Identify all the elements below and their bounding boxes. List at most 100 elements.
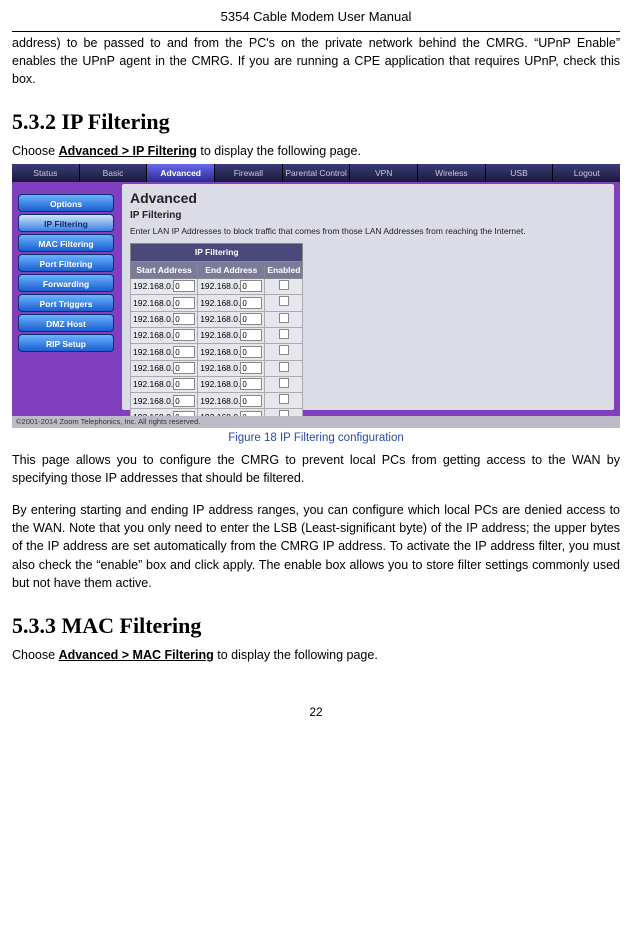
start-address-octet-input[interactable]: 0 — [173, 313, 195, 325]
tab-wireless[interactable]: Wireless — [418, 164, 486, 182]
tab-firewall[interactable]: Firewall — [215, 164, 283, 182]
end-address-cell: 192.168.0.0 — [198, 376, 265, 392]
table-row: 192.168.0.0192.168.0.0 — [131, 327, 303, 343]
section-5-3-2-heading: 5.3.2 IP Filtering — [12, 106, 620, 138]
panel-description: Enter LAN IP Addresses to block traffic … — [122, 223, 614, 241]
end-address-cell: 192.168.0.0 — [198, 278, 265, 294]
enabled-cell — [265, 344, 303, 360]
intro-paragraph: address) to be passed to and from the PC… — [12, 34, 620, 88]
enable-checkbox[interactable] — [279, 394, 289, 404]
enable-checkbox[interactable] — [279, 313, 289, 323]
table-row: 192.168.0.0192.168.0.0 — [131, 295, 303, 311]
table-row: 192.168.0.0192.168.0.0 — [131, 278, 303, 294]
sidebar-item-mac-filtering[interactable]: MAC Filtering — [18, 234, 114, 252]
table-row: 192.168.0.0192.168.0.0 — [131, 360, 303, 376]
end-address-cell: 192.168.0.0 — [198, 327, 265, 343]
choose-suffix: to display the following page. — [214, 648, 378, 662]
end-address-octet-input[interactable]: 0 — [240, 395, 262, 407]
enable-checkbox[interactable] — [279, 378, 289, 388]
section-5-3-3-heading: 5.3.3 MAC Filtering — [12, 610, 620, 642]
enabled-cell — [265, 393, 303, 409]
end-address-cell: 192.168.0.0 — [198, 344, 265, 360]
end-address-octet-input[interactable]: 0 — [240, 346, 262, 358]
router-screenshot: Status Basic Advanced Firewall Parental … — [12, 164, 620, 428]
start-address-cell: 192.168.0.0 — [131, 278, 198, 294]
start-address-octet-input[interactable]: 0 — [173, 346, 195, 358]
enable-checkbox[interactable] — [279, 362, 289, 372]
table-row: 192.168.0.0192.168.0.0 — [131, 344, 303, 360]
tab-advanced[interactable]: Advanced — [147, 164, 215, 182]
start-address-octet-input[interactable]: 0 — [173, 362, 195, 374]
sidebar-item-ip-filtering[interactable]: IP Filtering — [18, 214, 114, 232]
sidebar-item-dmz-host[interactable]: DMZ Host — [18, 314, 114, 332]
table-row: 192.168.0.0192.168.0.0 — [131, 376, 303, 392]
start-address-cell: 192.168.0.0 — [131, 393, 198, 409]
doc-header-title: 5354 Cable Modem User Manual — [12, 8, 620, 27]
choose-suffix: to display the following page. — [197, 144, 361, 158]
panel-subtitle: IP Filtering — [122, 209, 614, 224]
tab-usb[interactable]: USB — [486, 164, 554, 182]
end-address-cell: 192.168.0.0 — [198, 295, 265, 311]
sidebar-item-rip-setup[interactable]: RIP Setup — [18, 334, 114, 352]
enable-checkbox[interactable] — [279, 345, 289, 355]
sidebar-item-forwarding[interactable]: Forwarding — [18, 274, 114, 292]
end-address-octet-input[interactable]: 0 — [240, 329, 262, 341]
router-top-nav: Status Basic Advanced Firewall Parental … — [12, 164, 620, 182]
tab-status[interactable]: Status — [12, 164, 80, 182]
table-row: 192.168.0.0192.168.0.0 — [131, 311, 303, 327]
end-address-cell: 192.168.0.0 — [198, 311, 265, 327]
router-footer: ©2001-2014 Zoom Telephonics, Inc. All ri… — [12, 416, 620, 428]
enable-checkbox[interactable] — [279, 296, 289, 306]
header-rule — [12, 31, 620, 32]
start-address-octet-input[interactable]: 0 — [173, 329, 195, 341]
start-address-octet-input[interactable]: 0 — [173, 297, 195, 309]
enabled-cell — [265, 327, 303, 343]
panel-title: Advanced — [122, 184, 614, 208]
end-address-octet-input[interactable]: 0 — [240, 313, 262, 325]
end-address-octet-input[interactable]: 0 — [240, 378, 262, 390]
start-address-octet-input[interactable]: 0 — [173, 395, 195, 407]
tab-vpn[interactable]: VPN — [350, 164, 418, 182]
section-5-3-3-choose: Choose Advanced > MAC Filtering to displ… — [12, 646, 620, 664]
end-address-cell: 192.168.0.0 — [198, 360, 265, 376]
start-address-cell: 192.168.0.0 — [131, 344, 198, 360]
end-address-octet-input[interactable]: 0 — [240, 362, 262, 374]
col-enabled: Enabled — [265, 261, 303, 278]
start-address-cell: 192.168.0.0 — [131, 311, 198, 327]
tab-basic[interactable]: Basic — [80, 164, 148, 182]
enabled-cell — [265, 278, 303, 294]
enable-checkbox[interactable] — [279, 280, 289, 290]
start-address-cell: 192.168.0.0 — [131, 360, 198, 376]
end-address-octet-input[interactable]: 0 — [240, 297, 262, 309]
table-title: IP Filtering — [131, 244, 303, 261]
choose-prefix: Choose — [12, 648, 59, 662]
table-row: 192.168.0.0192.168.0.0 — [131, 393, 303, 409]
start-address-octet-input[interactable]: 0 — [173, 378, 195, 390]
enabled-cell — [265, 311, 303, 327]
sidebar-item-port-filtering[interactable]: Port Filtering — [18, 254, 114, 272]
sidebar-item-options[interactable]: Options — [18, 194, 114, 212]
page-number: 22 — [12, 704, 620, 721]
col-end-address: End Address — [198, 261, 265, 278]
enable-checkbox[interactable] — [279, 329, 289, 339]
choose-breadcrumb: Advanced > MAC Filtering — [59, 648, 214, 662]
end-address-octet-input[interactable]: 0 — [240, 280, 262, 292]
tab-logout[interactable]: Logout — [553, 164, 620, 182]
enabled-cell — [265, 360, 303, 376]
sidebar-item-port-triggers[interactable]: Port Triggers — [18, 294, 114, 312]
tab-parental-control[interactable]: Parental Control — [283, 164, 351, 182]
router-sidebar: Options IP Filtering MAC Filtering Port … — [18, 194, 114, 352]
choose-breadcrumb: Advanced > IP Filtering — [59, 144, 197, 158]
start-address-cell: 192.168.0.0 — [131, 376, 198, 392]
enabled-cell — [265, 295, 303, 311]
figure-caption: Figure 18 IP Filtering configuration — [12, 430, 620, 447]
col-start-address: Start Address — [131, 261, 198, 278]
end-address-cell: 192.168.0.0 — [198, 393, 265, 409]
section-5-3-2-choose: Choose Advanced > IP Filtering to displa… — [12, 142, 620, 160]
router-panel: Advanced IP Filtering Enter LAN IP Addre… — [122, 184, 614, 410]
enabled-cell — [265, 376, 303, 392]
start-address-octet-input[interactable]: 0 — [173, 280, 195, 292]
start-address-cell: 192.168.0.0 — [131, 327, 198, 343]
desc-paragraph-1: This page allows you to configure the CM… — [12, 451, 620, 487]
choose-prefix: Choose — [12, 144, 59, 158]
